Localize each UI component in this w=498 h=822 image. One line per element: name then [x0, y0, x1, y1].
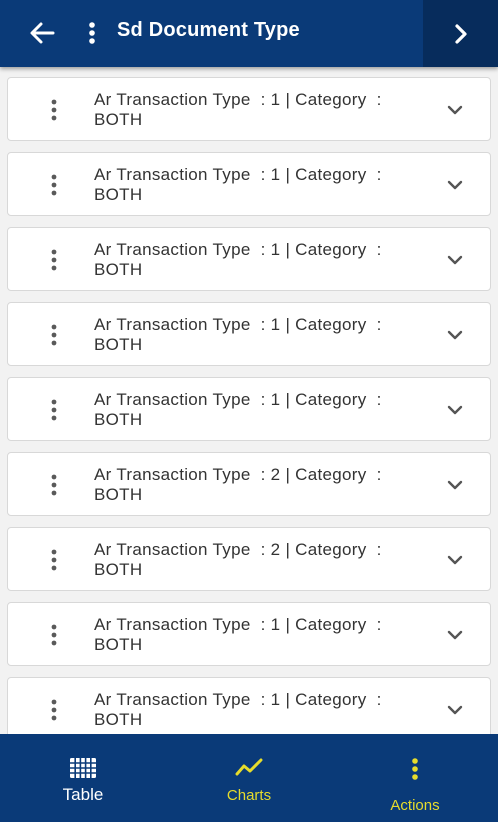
chevron-down-icon: [447, 555, 463, 565]
chevron-down-icon: [447, 480, 463, 490]
item-menu-button[interactable]: [44, 321, 64, 349]
page-title: Sd Document Type: [117, 19, 300, 41]
chevron-down-icon: [447, 405, 463, 415]
more-vert-icon: [51, 474, 57, 496]
nav-table-label: Table: [62, 785, 104, 804]
item-menu-button[interactable]: [44, 471, 64, 499]
chevron-down-icon: [447, 105, 463, 115]
item-category: BOTH: [94, 560, 143, 579]
item-title: Ar Transaction Type : 1 | Category :: [94, 90, 382, 109]
list-item[interactable]: Ar Transaction Type : 1 | Category : BOT…: [7, 677, 491, 734]
item-category: BOTH: [94, 110, 143, 129]
item-menu-button[interactable]: [44, 246, 64, 274]
more-vert-icon: [51, 174, 57, 196]
more-vert-icon: [51, 249, 57, 271]
more-vert-icon: [332, 757, 498, 781]
item-category: BOTH: [94, 410, 143, 429]
item-category: BOTH: [94, 260, 143, 279]
chevron-down-icon: [447, 180, 463, 190]
item-text: Ar Transaction Type : 1 | Category : BOT…: [94, 165, 424, 205]
app-bar: Sd Document Type: [0, 0, 498, 67]
list-item[interactable]: Ar Transaction Type : 2 | Category : BOT…: [7, 452, 491, 516]
item-category: BOTH: [94, 335, 143, 354]
chevron-right-icon: [454, 23, 467, 44]
item-title: Ar Transaction Type : 1 | Category :: [94, 690, 382, 709]
bottom-navigation: Table Charts Actions: [0, 734, 498, 822]
item-text: Ar Transaction Type : 2 | Category : BOT…: [94, 540, 424, 580]
item-text: Ar Transaction Type : 1 | Category : BOT…: [94, 240, 424, 280]
more-menu-button[interactable]: [80, 16, 104, 50]
item-category: BOTH: [94, 710, 143, 729]
nav-actions[interactable]: Actions: [332, 734, 498, 822]
item-menu-button[interactable]: [44, 96, 64, 124]
more-vert-icon: [51, 624, 57, 646]
list-item[interactable]: Ar Transaction Type : 1 | Category : BOT…: [7, 602, 491, 666]
grid-icon: [0, 758, 166, 778]
item-title: Ar Transaction Type : 1 | Category :: [94, 390, 382, 409]
record-list: Ar Transaction Type : 1 | Category : BOT…: [0, 67, 498, 734]
expand-button[interactable]: [442, 623, 468, 647]
list-item[interactable]: Ar Transaction Type : 2 | Category : BOT…: [7, 527, 491, 591]
item-title: Ar Transaction Type : 2 | Category :: [94, 540, 382, 559]
more-vert-icon: [51, 99, 57, 121]
expand-button[interactable]: [442, 473, 468, 497]
item-menu-button[interactable]: [44, 396, 64, 424]
expand-button[interactable]: [442, 248, 468, 272]
item-menu-button[interactable]: [44, 696, 64, 724]
more-vert-icon: [51, 324, 57, 346]
expand-button[interactable]: [442, 398, 468, 422]
item-title: Ar Transaction Type : 1 | Category :: [94, 615, 382, 634]
item-text: Ar Transaction Type : 2 | Category : BOT…: [94, 465, 424, 505]
more-vert-icon: [89, 22, 95, 44]
list-item[interactable]: Ar Transaction Type : 1 | Category : BOT…: [7, 152, 491, 216]
item-title: Ar Transaction Type : 1 | Category :: [94, 315, 382, 334]
list-item[interactable]: Ar Transaction Type : 1 | Category : BOT…: [7, 377, 491, 441]
nav-actions-label: Actions: [390, 797, 440, 814]
item-title: Ar Transaction Type : 2 | Category :: [94, 465, 382, 484]
item-title: Ar Transaction Type : 1 | Category :: [94, 240, 382, 259]
more-vert-icon: [51, 699, 57, 721]
next-button[interactable]: [423, 0, 498, 67]
item-text: Ar Transaction Type : 1 | Category : BOT…: [94, 90, 424, 130]
item-text: Ar Transaction Type : 1 | Category : BOT…: [94, 615, 424, 655]
more-vert-icon: [51, 399, 57, 421]
item-text: Ar Transaction Type : 1 | Category : BOT…: [94, 690, 424, 730]
item-text: Ar Transaction Type : 1 | Category : BOT…: [94, 315, 424, 355]
chevron-down-icon: [447, 630, 463, 640]
arrow-left-icon: [30, 22, 55, 44]
item-category: BOTH: [94, 485, 143, 504]
expand-button[interactable]: [442, 698, 468, 722]
nav-charts-label: Charts: [226, 787, 272, 804]
item-menu-button[interactable]: [44, 171, 64, 199]
expand-button[interactable]: [442, 98, 468, 122]
item-title: Ar Transaction Type : 1 | Category :: [94, 165, 382, 184]
list-item[interactable]: Ar Transaction Type : 1 | Category : BOT…: [7, 77, 491, 141]
list-item[interactable]: Ar Transaction Type : 1 | Category : BOT…: [7, 227, 491, 291]
expand-button[interactable]: [442, 548, 468, 572]
back-button[interactable]: [22, 16, 62, 50]
nav-charts[interactable]: Charts: [166, 734, 332, 822]
chevron-down-icon: [447, 705, 463, 715]
nav-table[interactable]: Table: [0, 734, 166, 822]
chevron-down-icon: [447, 255, 463, 265]
more-vert-icon: [51, 549, 57, 571]
expand-button[interactable]: [442, 323, 468, 347]
item-category: BOTH: [94, 185, 143, 204]
item-menu-button[interactable]: [44, 621, 64, 649]
trend-line-icon: [166, 758, 332, 776]
item-category: BOTH: [94, 635, 143, 654]
item-menu-button[interactable]: [44, 546, 64, 574]
chevron-down-icon: [447, 330, 463, 340]
expand-button[interactable]: [442, 173, 468, 197]
list-item[interactable]: Ar Transaction Type : 1 | Category : BOT…: [7, 302, 491, 366]
item-text: Ar Transaction Type : 1 | Category : BOT…: [94, 390, 424, 430]
